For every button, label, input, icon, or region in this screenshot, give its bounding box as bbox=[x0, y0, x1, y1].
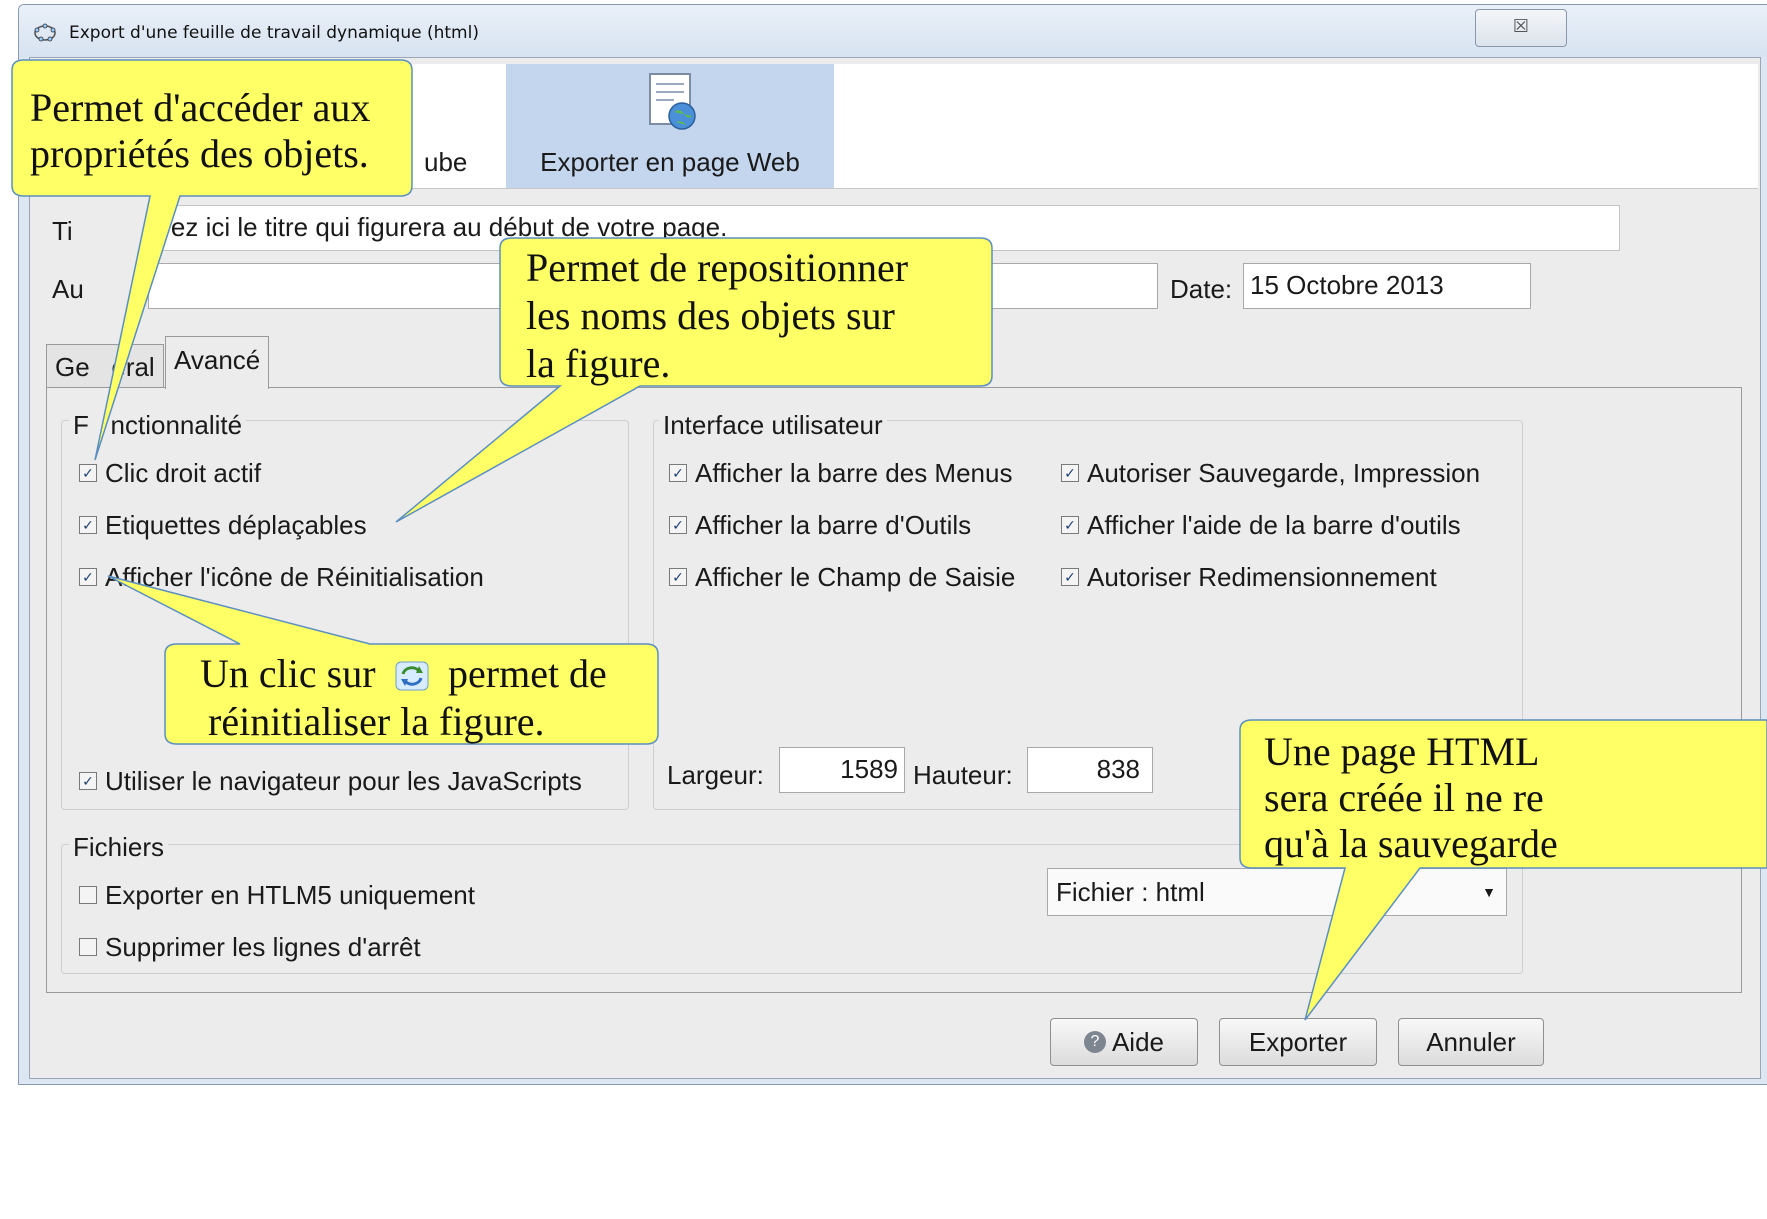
callout-shapes bbox=[11, 59, 1767, 1021]
callout-reset-line2: réinitialiser la figure. bbox=[208, 699, 545, 744]
callout-properties-line1: Permet d'accéder aux bbox=[30, 85, 371, 130]
callout-properties-line2: propriétés des objets. bbox=[30, 131, 369, 176]
callout-reset-line1b: permet de bbox=[448, 651, 607, 696]
callout-labels-line2: les noms des objets sur bbox=[526, 293, 895, 338]
callout-export-line2: sera créée il ne re bbox=[1264, 775, 1544, 820]
refresh-icon bbox=[395, 661, 429, 691]
callout-export-line1: Une page HTML bbox=[1264, 729, 1540, 774]
tab-advanced[interactable]: Avancé bbox=[165, 336, 270, 389]
callout-labels-line1: Permet de repositionner bbox=[526, 245, 909, 290]
tab-advanced-label: Avancé bbox=[174, 345, 261, 375]
callout-reset-line1a: Un clic sur bbox=[200, 651, 376, 696]
callout-labels-line3: la figure. bbox=[526, 341, 671, 386]
callout-export-line3: qu'à la sauvegarde bbox=[1264, 821, 1558, 866]
